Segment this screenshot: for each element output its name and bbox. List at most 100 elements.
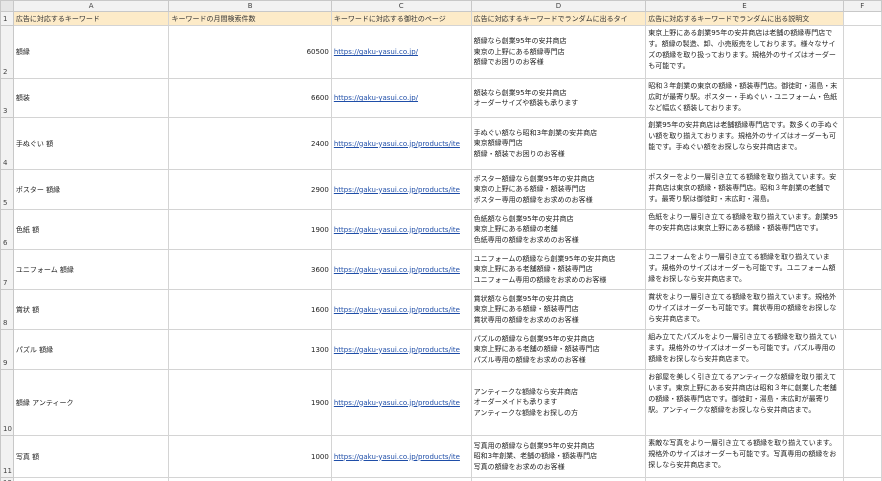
keyword-cell[interactable]: 写真 額	[12, 435, 170, 478]
keyword-cell[interactable]: ユニフォーム 額縁	[12, 249, 170, 290]
empty-cell[interactable]	[330, 477, 472, 481]
page-url-link[interactable]: https://gaku-yasui.co.jp/	[334, 48, 418, 56]
keyword-cell[interactable]: パズル 額縁	[12, 329, 170, 370]
page-url-link[interactable]: https://gaku-yasui.co.jp/products/ite	[334, 140, 460, 148]
row-header[interactable]: 8	[0, 289, 14, 330]
search-volume-cell[interactable]: 2900	[168, 169, 332, 210]
column-header-e[interactable]: E	[645, 0, 844, 12]
header-cell-volume[interactable]: キーワードの月間検索件数	[168, 11, 332, 26]
page-url-cell[interactable]: https://gaku-yasui.co.jp/products/ite	[330, 117, 472, 170]
row-header[interactable]: 4	[0, 117, 14, 170]
empty-cell[interactable]	[842, 25, 882, 79]
keyword-cell[interactable]: 額装	[12, 78, 170, 118]
row-header[interactable]: 7	[0, 249, 14, 290]
column-header-b[interactable]: B	[168, 0, 332, 12]
page-url-link[interactable]: https://gaku-yasui.co.jp/products/ite	[334, 306, 460, 314]
search-volume-cell[interactable]: 3600	[168, 249, 332, 290]
empty-cell[interactable]	[842, 249, 882, 290]
ad-title-cell[interactable]: 賞状額なら創業95年の安井商店 東京上野にある額縁・額装専門店 賞状専用の額縁をお求…	[470, 289, 647, 330]
page-url-cell[interactable]: https://gaku-yasui.co.jp/products/ite	[330, 209, 472, 250]
search-volume-cell[interactable]: 1300	[168, 329, 332, 370]
empty-cell[interactable]	[842, 435, 882, 478]
empty-cell[interactable]	[470, 477, 647, 481]
empty-cell[interactable]	[842, 289, 882, 330]
empty-cell[interactable]	[842, 117, 882, 170]
ad-description-cell[interactable]: 賞状をより一層引き立てる額縁を取り揃えています。規格外のサイズはオーダーも可能で…	[645, 289, 844, 330]
row-header[interactable]: 3	[0, 78, 14, 118]
column-header-c[interactable]: C	[330, 0, 472, 12]
page-url-cell[interactable]: https://gaku-yasui.co.jp/	[330, 78, 472, 118]
ad-description-cell[interactable]: 素敵な写真をより一層引き立てる額縁を取り揃えています。規格外のサイズはオーダーも…	[645, 435, 844, 478]
ad-description-cell[interactable]: 色紙をより一層引き立てる額縁を取り揃えています。創業95年の安井商店は東京上野に…	[645, 209, 844, 250]
ad-title-cell[interactable]: 写真用の額縁なら創業95年の安井商店 昭和3年創業、老舗の額縁・額装専門店 写真の額…	[470, 435, 647, 478]
ad-title-cell[interactable]: 手ぬぐい額なら昭和3年創業の安井商店 東京額縁専門店 額縁・額装でお困りのお客様	[470, 117, 647, 170]
page-url-link[interactable]: https://gaku-yasui.co.jp/products/ite	[334, 266, 460, 274]
row-header[interactable]: 1	[0, 11, 14, 26]
page-url-link[interactable]: https://gaku-yasui.co.jp/products/ite	[334, 453, 460, 461]
search-volume-cell[interactable]: 60500	[168, 25, 332, 79]
page-url-link[interactable]: https://gaku-yasui.co.jp/products/ite	[334, 346, 460, 354]
search-volume-cell[interactable]: 1900	[168, 369, 332, 436]
ad-title-cell[interactable]: ユニフォームの額縁なら創業95年の安井商店 東京上野にある老舗額縁・額装専門店 ユニ…	[470, 249, 647, 290]
search-volume-cell[interactable]: 1900	[168, 209, 332, 250]
ad-title-cell[interactable]: 額縁なら創業95年の安井商店 東京の上野にある額縁専門店 額縁でお困りのお客様	[470, 25, 647, 79]
search-volume-cell[interactable]: 1000	[168, 435, 332, 478]
page-url-link[interactable]: https://gaku-yasui.co.jp/products/ite	[334, 226, 460, 234]
ad-description-cell[interactable]: 東京上野にある創業95年の安井商店は老舗の額縁専門店です。額縁の製造、卸、小売販…	[645, 25, 844, 79]
empty-cell[interactable]	[842, 78, 882, 118]
empty-cell[interactable]	[842, 169, 882, 210]
ad-title-cell[interactable]: 額装なら創業95年の安井商店 オーダーサイズや額装も承ります	[470, 78, 647, 118]
row-header[interactable]: 9	[0, 329, 14, 370]
header-cell-description[interactable]: 広告に対応するキーワードでランダムに出る説明文	[645, 11, 844, 26]
column-header-d[interactable]: D	[470, 0, 647, 12]
empty-cell[interactable]	[842, 11, 882, 26]
page-url-cell[interactable]: https://gaku-yasui.co.jp/	[330, 25, 472, 79]
header-cell-title[interactable]: 広告に対応するキーワードでランダムに出るタイ	[470, 11, 647, 26]
keyword-cell[interactable]: 額縁 アンティーク	[12, 369, 170, 436]
row-header[interactable]: 5	[0, 169, 14, 210]
header-cell-page[interactable]: キーワードに対応する御社のページ	[330, 11, 472, 26]
search-volume-cell[interactable]: 1600	[168, 289, 332, 330]
page-url-cell[interactable]: https://gaku-yasui.co.jp/products/ite	[330, 169, 472, 210]
page-url-link[interactable]: https://gaku-yasui.co.jp/products/ite	[334, 186, 460, 194]
row-header[interactable]: 12	[0, 477, 14, 481]
ad-title-cell[interactable]: アンティークな額縁なら安井商店 オーダーメイドも承ります アンティークな額縁をお探し…	[470, 369, 647, 436]
ad-description-cell[interactable]: 創業95年の安井商店は老舗額縁専門店です。数多くの手ぬぐい額を取り揃えております…	[645, 117, 844, 170]
page-url-cell[interactable]: https://gaku-yasui.co.jp/products/ite	[330, 329, 472, 370]
select-all-corner[interactable]	[0, 0, 14, 12]
empty-cell[interactable]	[645, 477, 844, 481]
row-header[interactable]: 6	[0, 209, 14, 250]
ad-title-cell[interactable]: パズルの額縁なら創業95年の安井商店 東京上野にある老舗の額縁・額装専門店 パズル専…	[470, 329, 647, 370]
ad-description-cell[interactable]: 昭和３年創業の東京の額縁・額装専門店。御徒町・湯島・末広町が最寄り駅。ポスター・…	[645, 78, 844, 118]
row-header[interactable]: 2	[0, 25, 14, 79]
page-url-cell[interactable]: https://gaku-yasui.co.jp/products/ite	[330, 435, 472, 478]
ad-description-cell[interactable]: ポスターをより一層引き立てる額縁を取り揃えています。安井商店は東京の額縁・額装専…	[645, 169, 844, 210]
page-url-link[interactable]: https://gaku-yasui.co.jp/	[334, 94, 418, 102]
keyword-cell[interactable]: 額縁	[12, 25, 170, 79]
empty-cell[interactable]	[842, 477, 882, 481]
page-url-link[interactable]: https://gaku-yasui.co.jp/products/ite	[334, 399, 460, 407]
row-header[interactable]: 10	[0, 369, 14, 436]
column-header-f[interactable]: F	[842, 0, 882, 12]
row-header[interactable]: 11	[0, 435, 14, 478]
keyword-cell[interactable]: 手ぬぐい 額	[12, 117, 170, 170]
keyword-cell[interactable]: ポスター 額縁	[12, 169, 170, 210]
ad-title-cell[interactable]: ポスター額縁なら創業95年の安井商店 東京の上野にある額縁・額装専門店 ポスター専用…	[470, 169, 647, 210]
empty-cell[interactable]	[12, 477, 170, 481]
page-url-cell[interactable]: https://gaku-yasui.co.jp/products/ite	[330, 249, 472, 290]
search-volume-cell[interactable]: 2400	[168, 117, 332, 170]
ad-description-cell[interactable]: 組み立てたパズルをより一層引き立てる額縁を取り揃えています。規格外のサイズはオー…	[645, 329, 844, 370]
column-header-a[interactable]: A	[12, 0, 170, 12]
ad-description-cell[interactable]: お部屋を美しく引き立てるアンティークな額縁を取り揃えています。東京上野にある安井…	[645, 369, 844, 436]
page-url-cell[interactable]: https://gaku-yasui.co.jp/products/ite	[330, 369, 472, 436]
spreadsheet[interactable]: A B C D E F 1 広告に対応するキーワード キーワードの月間検索件数 …	[0, 0, 882, 481]
empty-cell[interactable]	[842, 329, 882, 370]
empty-cell[interactable]	[168, 477, 332, 481]
keyword-cell[interactable]: 賞状 額	[12, 289, 170, 330]
ad-description-cell[interactable]: ユニフォームをより一層引き立てる額縁を取り揃えています。規格外のサイズはオーダー…	[645, 249, 844, 290]
empty-cell[interactable]	[842, 209, 882, 250]
header-cell-keyword[interactable]: 広告に対応するキーワード	[12, 11, 170, 26]
page-url-cell[interactable]: https://gaku-yasui.co.jp/products/ite	[330, 289, 472, 330]
keyword-cell[interactable]: 色紙 額	[12, 209, 170, 250]
empty-cell[interactable]	[842, 369, 882, 436]
